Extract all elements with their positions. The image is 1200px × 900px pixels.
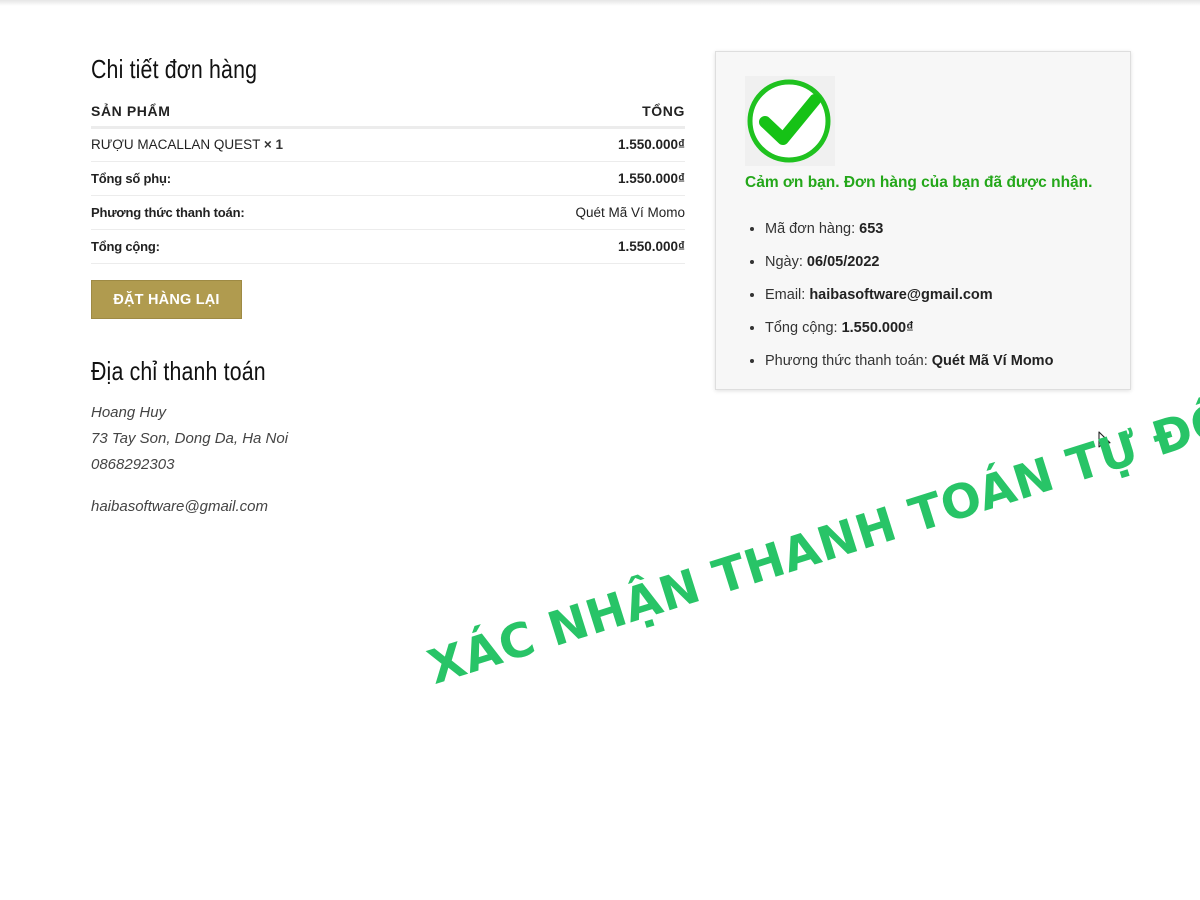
payment-method-label: Phương thức thanh toán:	[91, 195, 470, 230]
order-again-button[interactable]: ĐẶT HÀNG LẠI	[91, 279, 242, 319]
billing-address-title: Địa chỉ thanh toán	[91, 355, 266, 386]
list-item-total: Tổng cộng: 1.550.000₫	[765, 316, 1053, 349]
payment-method-value: Quét Mã Ví Momo	[469, 195, 685, 230]
order-details-title: Chi tiết đơn hàng	[91, 54, 258, 84]
list-item-email: Email: haibasoftware@gmail.com	[765, 283, 1053, 316]
order-number-value: 653	[859, 221, 884, 237]
column-header-product: SẢN PHẨM	[91, 97, 470, 129]
order-overview-list: Mã đơn hàng: 653 Ngày: 06/05/2022 Email:…	[765, 217, 1053, 382]
email-label: Email:	[765, 287, 806, 303]
billing-phone: 0868292303	[91, 455, 175, 473]
table-row: Tổng cộng: 1.550.000₫	[91, 229, 685, 264]
table-row: Phương thức thanh toán: Quét Mã Ví Momo	[91, 195, 685, 230]
order-table: SẢN PHẨM TỔNG RƯỢU MACALLAN QUEST × 1 1.…	[91, 97, 685, 264]
column-header-total: TỔNG	[469, 97, 685, 129]
overview-payment-value: Quét Mã Ví Momo	[931, 353, 1054, 369]
overview-total-label: Tổng cộng:	[765, 320, 838, 336]
check-circle-icon	[745, 76, 835, 166]
subtotal-label: Tổng số phụ:	[91, 161, 470, 196]
billing-name: Hoang Huy	[91, 403, 167, 421]
product-total: 1.550.000₫	[469, 127, 685, 162]
thank-you-message: Cảm ơn bạn. Đơn hàng của bạn đã được nhậ…	[745, 174, 1093, 191]
product-cell: RƯỢU MACALLAN QUEST × 1	[91, 127, 470, 162]
email-value: haibasoftware@gmail.com	[809, 287, 993, 303]
order-number-label: Mã đơn hàng:	[765, 221, 856, 237]
table-row: Tổng số phụ: 1.550.000₫	[91, 161, 685, 196]
billing-address: Hoang Huy 73 Tay Son, Dong Da, Ha Noi 08…	[91, 400, 685, 478]
overview-total-value: 1.550.000₫	[841, 320, 914, 336]
subtotal-value: 1.550.000₫	[469, 161, 685, 196]
table-header-row: SẢN PHẨM TỔNG	[91, 97, 685, 129]
order-confirmation-box: Cảm ơn bạn. Đơn hàng của bạn đã được nhậ…	[715, 51, 1131, 390]
table-row: RƯỢU MACALLAN QUEST × 1 1.550.000₫	[91, 127, 685, 162]
list-item-payment-method: Phương thức thanh toán: Quét Mã Ví Momo	[765, 349, 1053, 382]
overview-payment-label: Phương thức thanh toán:	[765, 353, 928, 369]
total-value: 1.550.000₫	[469, 229, 685, 264]
total-label: Tổng cộng:	[91, 229, 470, 264]
date-label: Ngày:	[765, 254, 803, 270]
product-quantity: × 1	[263, 137, 284, 152]
list-item-order-number: Mã đơn hàng: 653	[765, 217, 1053, 250]
order-section: Chi tiết đơn hàng SẢN PHẨM TỔNG RƯỢU MAC…	[91, 52, 685, 515]
billing-street: 73 Tay Son, Dong Da, Ha Noi	[91, 429, 289, 447]
product-name-link[interactable]: RƯỢU MACALLAN QUEST	[91, 137, 260, 152]
date-value: 06/05/2022	[806, 254, 880, 270]
billing-email: haibasoftware@gmail.com	[91, 497, 268, 515]
header-shadow	[0, 0, 1200, 6]
list-item-date: Ngày: 06/05/2022	[765, 250, 1053, 283]
